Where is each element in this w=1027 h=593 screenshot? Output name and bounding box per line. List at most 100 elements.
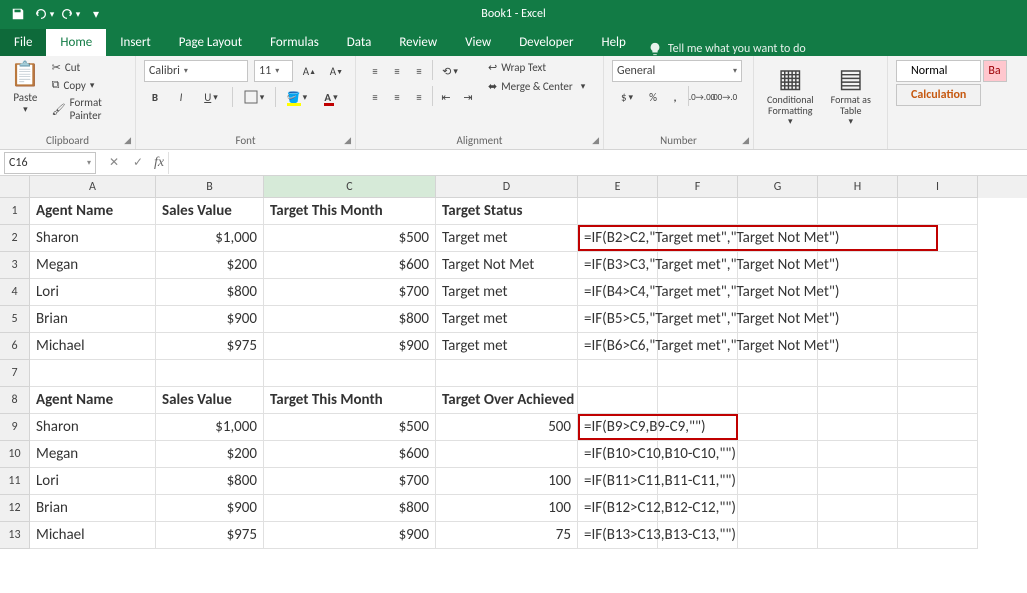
row-header[interactable]: 3 [0, 252, 30, 279]
cell-C9[interactable]: $500 [264, 414, 436, 441]
cell-B7[interactable] [156, 360, 264, 387]
cell-C1[interactable]: Target This Month [264, 198, 436, 225]
cell-I12[interactable] [898, 495, 978, 522]
cell-E13[interactable]: =IF(B13>C13,B13-C13,"") [578, 522, 658, 549]
cell-I2[interactable] [898, 225, 978, 252]
tab-file[interactable]: File [0, 29, 46, 56]
cell-E8[interactable] [578, 387, 658, 414]
cell-B10[interactable]: $200 [156, 441, 264, 468]
cell-C3[interactable]: $600 [264, 252, 436, 279]
cell-A3[interactable]: Megan [30, 252, 156, 279]
cell-E12[interactable]: =IF(B12>C12,B12-C12,"") [578, 495, 658, 522]
col-header-G[interactable]: G [738, 176, 818, 198]
cell-E6[interactable]: =IF(B6>C6,"Target met","Target Not Met") [578, 333, 658, 360]
conditional-formatting-button[interactable]: ▦ Conditional Formatting▾ [762, 60, 819, 129]
row-header[interactable]: 6 [0, 333, 30, 360]
col-header-D[interactable]: D [436, 176, 578, 198]
merge-center-button[interactable]: ⬌Merge & Center▾ [485, 79, 588, 94]
cell-H11[interactable] [818, 468, 898, 495]
cell-C2[interactable]: $500 [264, 225, 436, 252]
cell-I3[interactable] [898, 252, 978, 279]
tell-me-search[interactable]: Tell me what you want to do [648, 42, 806, 56]
cell-D13[interactable]: 75 [436, 522, 578, 549]
style-calculation[interactable]: Calculation [896, 84, 981, 106]
cell-A13[interactable]: Michael [30, 522, 156, 549]
tab-page-layout[interactable]: Page Layout [165, 29, 256, 56]
cell-B4[interactable]: $800 [156, 279, 264, 306]
fill-color-button[interactable]: 🪣▾ [282, 86, 312, 108]
dialog-launcher-icon[interactable]: ◢ [344, 135, 351, 146]
cell-B9[interactable]: $1,000 [156, 414, 264, 441]
cell-I10[interactable] [898, 441, 978, 468]
cell-B11[interactable]: $800 [156, 468, 264, 495]
row-header[interactable]: 9 [0, 414, 30, 441]
cell-B12[interactable]: $900 [156, 495, 264, 522]
cell-C4[interactable]: $700 [264, 279, 436, 306]
cell-I5[interactable] [898, 306, 978, 333]
cell-C12[interactable]: $800 [264, 495, 436, 522]
align-left-icon[interactable]: ≡ [364, 86, 386, 108]
align-bottom-icon[interactable]: ≡ [408, 60, 430, 82]
align-top-icon[interactable]: ≡ [364, 60, 386, 82]
align-center-icon[interactable]: ≡ [386, 86, 408, 108]
cell-A12[interactable]: Brian [30, 495, 156, 522]
col-header-A[interactable]: A [30, 176, 156, 198]
col-header-F[interactable]: F [658, 176, 738, 198]
cell-B5[interactable]: $900 [156, 306, 264, 333]
cell-D5[interactable]: Target met [436, 306, 578, 333]
cell-H13[interactable] [818, 522, 898, 549]
cell-D11[interactable]: 100 [436, 468, 578, 495]
cell-A7[interactable] [30, 360, 156, 387]
row-header[interactable]: 2 [0, 225, 30, 252]
comma-format-icon[interactable]: , [664, 86, 686, 108]
cell-D3[interactable]: Target Not Met [436, 252, 578, 279]
cell-D8[interactable]: Target Over Achieved [436, 387, 578, 414]
increase-font-icon[interactable]: A▲ [299, 60, 320, 82]
row-header[interactable]: 1 [0, 198, 30, 225]
tab-insert[interactable]: Insert [106, 29, 165, 56]
cell-A4[interactable]: Lori [30, 279, 156, 306]
cell-H7[interactable] [818, 360, 898, 387]
bold-button[interactable]: B [144, 86, 166, 108]
row-header[interactable]: 8 [0, 387, 30, 414]
cell-B13[interactable]: $975 [156, 522, 264, 549]
enter-formula-icon[interactable]: ✓ [128, 153, 148, 173]
font-size-combo[interactable]: 11▾ [254, 60, 293, 82]
cell-E7[interactable] [578, 360, 658, 387]
cell-E3[interactable]: =IF(B3>C3,"Target met","Target Not Met") [578, 252, 658, 279]
col-header-B[interactable]: B [156, 176, 264, 198]
cell-A8[interactable]: Agent Name [30, 387, 156, 414]
cell-C6[interactable]: $900 [264, 333, 436, 360]
cell-I1[interactable] [898, 198, 978, 225]
col-header-C[interactable]: C [264, 176, 436, 198]
tab-home[interactable]: Home [46, 29, 106, 56]
col-header-I[interactable]: I [898, 176, 978, 198]
cell-I9[interactable] [898, 414, 978, 441]
percent-format-icon[interactable]: % [642, 86, 664, 108]
cell-E1[interactable] [578, 198, 658, 225]
cell-I6[interactable] [898, 333, 978, 360]
cell-A2[interactable]: Sharon [30, 225, 156, 252]
save-icon[interactable] [6, 3, 30, 25]
row-header[interactable]: 13 [0, 522, 30, 549]
cut-button[interactable]: ✂Cut [49, 60, 127, 75]
row-header[interactable]: 11 [0, 468, 30, 495]
cell-E4[interactable]: =IF(B4>C4,"Target met","Target Not Met") [578, 279, 658, 306]
increase-decimal-icon[interactable]: .0→.00 [691, 86, 713, 108]
cell-I7[interactable] [898, 360, 978, 387]
cell-D9[interactable]: 500 [436, 414, 578, 441]
cell-H12[interactable] [818, 495, 898, 522]
align-right-icon[interactable]: ≡ [408, 86, 430, 108]
tab-data[interactable]: Data [333, 29, 386, 56]
cell-C10[interactable]: $600 [264, 441, 436, 468]
cell-H1[interactable] [818, 198, 898, 225]
cell-A10[interactable]: Megan [30, 441, 156, 468]
wrap-text-button[interactable]: ↩Wrap Text [485, 60, 588, 75]
tab-review[interactable]: Review [385, 29, 451, 56]
dialog-launcher-icon[interactable]: ◢ [592, 135, 599, 146]
tab-formulas[interactable]: Formulas [256, 29, 333, 56]
cell-E11[interactable]: =IF(B11>C11,B11-C11,"") [578, 468, 658, 495]
cell-G11[interactable] [738, 468, 818, 495]
tab-developer[interactable]: Developer [505, 29, 587, 56]
cell-H9[interactable] [818, 414, 898, 441]
